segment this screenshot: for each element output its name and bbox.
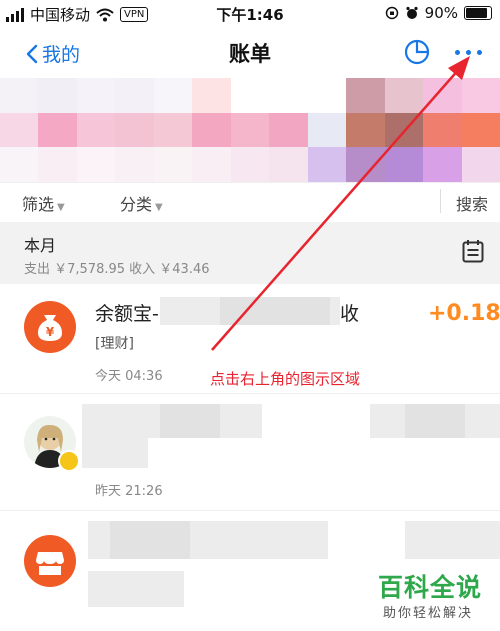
mosaic-cell: [346, 78, 385, 113]
redacted-text: [220, 297, 330, 325]
mosaic-cell: [230, 112, 270, 148]
transaction-time: 今天 04:36: [95, 369, 163, 384]
alarm-icon: [406, 6, 418, 19]
money-bag-icon: ¥: [24, 301, 76, 353]
month-header: 本月 支出 ￥7,578.95 收入 ￥43.46: [0, 222, 500, 284]
mosaic-cell: [0, 147, 39, 182]
mosaic-cell: [384, 147, 424, 182]
battery-icon: [464, 6, 492, 20]
summary-mosaic: [0, 78, 500, 182]
mosaic-cell: [269, 112, 308, 148]
mosaic-cell: [192, 78, 231, 113]
orientation-lock-icon: [385, 6, 398, 20]
mosaic-cell: [307, 147, 347, 182]
status-bar: 中国移动 VPN 下午1:46 90%: [0, 0, 500, 28]
transaction-amount: +0.18: [428, 301, 500, 326]
filter-dropdown[interactable]: 筛选 ▼: [22, 191, 65, 215]
redacted-text: [110, 521, 190, 559]
more-icon[interactable]: [455, 50, 482, 55]
transaction-row[interactable]: 昨天 21:26: [0, 394, 500, 511]
redacted-amount: [405, 521, 500, 559]
month-title: 本月: [24, 236, 57, 255]
svg-text:¥: ¥: [46, 325, 55, 339]
mosaic-cell: [76, 147, 116, 182]
search-button[interactable]: 搜索: [456, 191, 488, 215]
filter-label: 筛选: [22, 195, 55, 214]
redacted-text: [88, 571, 184, 607]
mosaic-cell: [346, 147, 385, 182]
divider: [440, 189, 441, 213]
mosaic-cell: [384, 112, 424, 148]
mosaic-cell: [153, 78, 193, 113]
mosaic-cell: [115, 147, 154, 182]
mosaic-cell: [269, 147, 308, 182]
shop-icon: [24, 535, 76, 587]
mosaic-cell: [192, 147, 231, 182]
mosaic-cell: [423, 147, 462, 182]
pie-chart-icon[interactable]: [404, 39, 430, 65]
redacted-text: [160, 404, 220, 438]
mosaic-cell: [115, 78, 154, 113]
mosaic-cell: [423, 112, 462, 148]
mosaic-cell: [76, 78, 116, 113]
mosaic-cell: [153, 147, 193, 182]
watermark-logo-text: 百科全说: [378, 573, 483, 602]
mosaic-cell: [76, 112, 116, 148]
mosaic-cell: [115, 112, 154, 148]
category-label: 分类: [120, 195, 153, 214]
transaction-tag: [理财]: [95, 336, 134, 352]
mosaic-cell: [230, 147, 270, 182]
mosaic-cell: [346, 112, 385, 148]
mosaic-cell: [269, 78, 308, 113]
redacted-text: [82, 438, 148, 468]
caret-down-icon: ▼: [57, 202, 65, 213]
mosaic-cell: [461, 147, 500, 182]
mosaic-cell: [461, 78, 500, 113]
annotation-text: 点击右上角的图示区域: [210, 370, 361, 388]
watermark-slogan: 助你轻松解决: [383, 606, 474, 621]
mosaic-cell: [307, 78, 347, 113]
filter-bar: 筛选 ▼ 分类 ▼ 搜索: [0, 182, 500, 221]
nav-bar: 我的 账单: [0, 28, 500, 76]
mosaic-cell: [38, 147, 77, 182]
mosaic-cell: [384, 78, 424, 113]
redacted-amount: [405, 404, 465, 438]
category-dropdown[interactable]: 分类 ▼: [120, 191, 163, 215]
vip-badge-icon: [58, 450, 80, 472]
mosaic-cell: [192, 112, 231, 148]
mosaic-cell: [230, 78, 270, 113]
caret-down-icon: ▼: [155, 202, 163, 213]
mosaic-cell: [423, 78, 462, 113]
battery-percent: 90%: [424, 4, 458, 22]
mosaic-cell: [461, 112, 500, 148]
transaction-title: 余额宝-: [95, 303, 159, 325]
mosaic-cell: [38, 78, 77, 113]
transaction-title-suffix: 收: [340, 303, 360, 325]
month-summary: 支出 ￥7,578.95 收入 ￥43.46: [24, 262, 210, 277]
transaction-time: 昨天 21:26: [95, 484, 163, 499]
mosaic-cell: [307, 112, 347, 148]
calendar-icon[interactable]: [462, 239, 484, 263]
mosaic-cell: [153, 112, 193, 148]
mosaic-cell: [0, 112, 39, 148]
mosaic-cell: [38, 112, 77, 148]
mosaic-cell: [0, 78, 39, 113]
